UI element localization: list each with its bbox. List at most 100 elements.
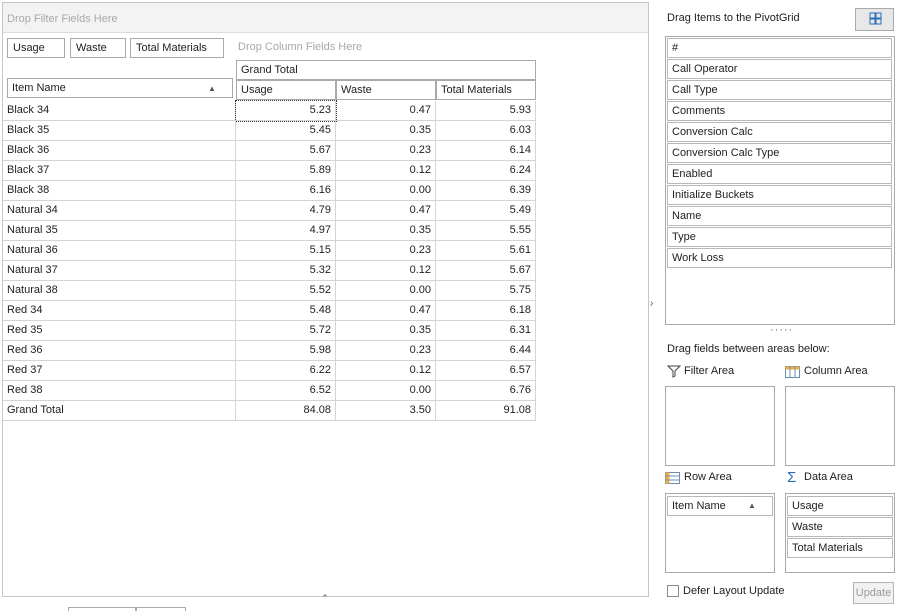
cell-waste[interactable]: 0.12 (336, 161, 436, 181)
field-list-item[interactable]: Work Loss (667, 248, 892, 268)
cell-usage[interactable]: 6.16 (236, 181, 336, 201)
column-header-grand-total[interactable]: Grand Total (236, 60, 536, 80)
cell-usage[interactable]: 5.67 (236, 141, 336, 161)
row-header[interactable]: Natural 37 (3, 261, 236, 281)
field-list-item[interactable]: Comments (667, 101, 892, 121)
filter-drop-area[interactable]: Drop Filter Fields Here (3, 3, 648, 33)
collapse-up-icon[interactable]: ⌃ (318, 593, 332, 603)
row-field-header-item-name[interactable]: Item Name ▲ (7, 78, 233, 98)
row-header[interactable]: Black 36 (3, 141, 236, 161)
cell-waste[interactable]: 0.35 (336, 321, 436, 341)
cell-waste[interactable]: 0.00 (336, 181, 436, 201)
row-header[interactable]: Natural 35 (3, 221, 236, 241)
row-header[interactable]: Red 35 (3, 321, 236, 341)
cell-total-materials[interactable]: 6.76 (436, 381, 536, 401)
cell-usage[interactable]: 5.15 (236, 241, 336, 261)
cell-usage[interactable]: 5.98 (236, 341, 336, 361)
column-area-box[interactable] (785, 386, 895, 466)
cell-total-materials[interactable]: 6.57 (436, 361, 536, 381)
row-header[interactable]: Black 37 (3, 161, 236, 181)
column-header-usage[interactable]: Usage (236, 80, 336, 100)
field-list-item[interactable]: # (667, 38, 892, 58)
cell-usage[interactable]: 84.08 (236, 401, 336, 421)
column-drop-area[interactable]: Drop Column Fields Here (238, 41, 362, 53)
cell-usage[interactable]: 6.22 (236, 361, 336, 381)
field-list-item[interactable]: Call Operator (667, 59, 892, 79)
row-area-item[interactable]: Item Name ▲ (667, 496, 773, 516)
cell-total-materials[interactable]: 5.75 (436, 281, 536, 301)
cell-usage[interactable]: 4.79 (236, 201, 336, 221)
update-button[interactable]: Update (853, 582, 894, 604)
row-header[interactable]: Red 34 (3, 301, 236, 321)
cell-total-materials[interactable]: 6.03 (436, 121, 536, 141)
data-field-header-total-materials[interactable]: Total Materials (130, 38, 224, 58)
row-header[interactable]: Black 35 (3, 121, 236, 141)
filter-area-box[interactable] (665, 386, 775, 466)
cell-usage[interactable]: 5.32 (236, 261, 336, 281)
data-area-item-waste[interactable]: Waste (787, 517, 893, 537)
cell-total-materials[interactable]: 5.49 (436, 201, 536, 221)
cell-total-materials[interactable]: 6.24 (436, 161, 536, 181)
cell-waste[interactable]: 0.12 (336, 261, 436, 281)
row-header[interactable]: Black 34 (3, 101, 236, 121)
cell-waste[interactable]: 0.47 (336, 301, 436, 321)
cell-total-materials[interactable]: 5.55 (436, 221, 536, 241)
row-header[interactable]: Natural 38 (3, 281, 236, 301)
cell-usage[interactable]: 6.52 (236, 381, 336, 401)
cell-usage[interactable]: 5.45 (236, 121, 336, 141)
row-header[interactable]: Red 38 (3, 381, 236, 401)
cell-waste[interactable]: 0.23 (336, 141, 436, 161)
row-header[interactable]: Natural 34 (3, 201, 236, 221)
bottom-tab[interactable] (136, 607, 186, 611)
cell-total-materials[interactable]: 5.61 (436, 241, 536, 261)
field-list-item[interactable]: Type (667, 227, 892, 247)
cell-waste[interactable]: 0.35 (336, 121, 436, 141)
cell-total-materials[interactable]: 6.39 (436, 181, 536, 201)
cell-waste[interactable]: 0.00 (336, 381, 436, 401)
cell-waste[interactable]: 0.35 (336, 221, 436, 241)
cell-waste[interactable]: 0.47 (336, 201, 436, 221)
cell-usage[interactable]: 5.23 (235, 100, 337, 122)
cell-waste[interactable]: 0.12 (336, 361, 436, 381)
cell-waste[interactable]: 0.23 (336, 241, 436, 261)
cell-waste[interactable]: 0.23 (336, 341, 436, 361)
cell-waste[interactable]: 0.47 (336, 101, 436, 121)
field-list-item[interactable]: Conversion Calc (667, 122, 892, 142)
cell-usage[interactable]: 4.97 (236, 221, 336, 241)
data-field-header-waste[interactable]: Waste (70, 38, 126, 58)
row-header[interactable]: Black 38 (3, 181, 236, 201)
column-header-waste[interactable]: Waste (336, 80, 436, 100)
cell-usage[interactable]: 5.89 (236, 161, 336, 181)
bottom-tab[interactable] (68, 607, 136, 611)
cell-total-materials[interactable]: 6.18 (436, 301, 536, 321)
row-header[interactable]: Natural 36 (3, 241, 236, 261)
defer-layout-label: Defer Layout Update (683, 585, 785, 597)
row-header[interactable]: Red 36 (3, 341, 236, 361)
row-header[interactable]: Red 37 (3, 361, 236, 381)
cell-total-materials[interactable]: 6.44 (436, 341, 536, 361)
field-list-item[interactable]: Call Type (667, 80, 892, 100)
cell-total-materials[interactable]: 5.93 (436, 101, 536, 121)
field-list-item[interactable]: Initialize Buckets (667, 185, 892, 205)
field-list-item[interactable]: Conversion Calc Type (667, 143, 892, 163)
cell-waste[interactable]: 3.50 (336, 401, 436, 421)
cell-total-materials[interactable]: 91.08 (436, 401, 536, 421)
cell-usage[interactable]: 5.52 (236, 281, 336, 301)
cell-total-materials[interactable]: 6.14 (436, 141, 536, 161)
layout-button[interactable] (855, 8, 894, 31)
data-area-item-total-materials[interactable]: Total Materials (787, 538, 893, 558)
data-field-header-usage[interactable]: Usage (7, 38, 65, 58)
defer-layout-checkbox[interactable] (667, 585, 679, 597)
cell-waste[interactable]: 0.00 (336, 281, 436, 301)
filter-area-label: Filter Area (684, 365, 735, 377)
column-header-total-materials[interactable]: Total Materials (436, 80, 536, 100)
cell-usage[interactable]: 5.48 (236, 301, 336, 321)
cell-total-materials[interactable]: 6.31 (436, 321, 536, 341)
cell-usage[interactable]: 5.72 (236, 321, 336, 341)
field-list-item[interactable]: Name (667, 206, 892, 226)
resize-grip-icon[interactable]: ····· (770, 324, 793, 336)
grand-total-row-header[interactable]: Grand Total (3, 401, 236, 421)
field-list-item[interactable]: Enabled (667, 164, 892, 184)
data-area-item-usage[interactable]: Usage (787, 496, 893, 516)
cell-total-materials[interactable]: 5.67 (436, 261, 536, 281)
